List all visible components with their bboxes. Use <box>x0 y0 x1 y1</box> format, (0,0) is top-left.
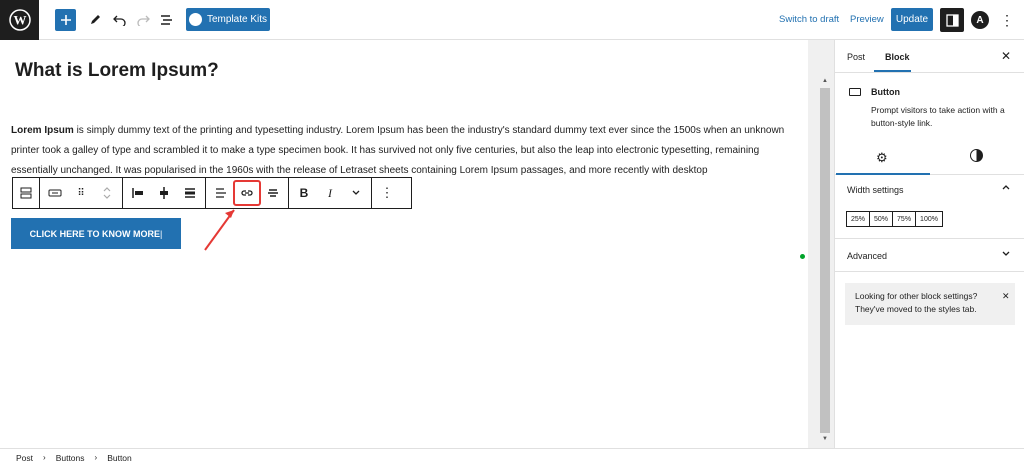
paragraph-text: is simply dummy text of the printing and… <box>11 125 785 176</box>
scroll-up-icon[interactable]: ▲ <box>822 78 828 84</box>
strikethrough-icon[interactable] <box>264 184 282 202</box>
breadcrumb-buttons[interactable]: Buttons <box>56 453 85 463</box>
template-kits-button[interactable]: Template Kits <box>186 8 270 31</box>
update-button[interactable]: Update <box>891 8 933 31</box>
add-block-button[interactable] <box>55 9 76 31</box>
divider <box>835 238 1024 239</box>
preview-link[interactable]: Preview <box>850 14 884 25</box>
move-up-down-icon[interactable] <box>98 184 116 202</box>
align-right-icon[interactable] <box>181 184 199 202</box>
post-paragraph[interactable]: Lorem Ipsum is simply dummy text of the … <box>11 121 806 179</box>
chevron-down-icon[interactable] <box>1001 249 1011 262</box>
toolbar-group-block: ⠿ <box>40 178 123 208</box>
list-view-icon[interactable] <box>159 8 173 32</box>
breadcrumb-post[interactable]: Post <box>16 453 33 463</box>
toolbar-group-align <box>123 178 206 208</box>
chevron-right-icon: › <box>94 453 98 462</box>
template-kits-label: Template Kits <box>206 14 268 25</box>
block-card-description: Prompt visitors to take action with a bu… <box>871 105 1005 128</box>
divider <box>835 271 1024 272</box>
notice-close-icon[interactable]: ✕ <box>1002 290 1010 303</box>
chevron-up-icon[interactable] <box>1001 183 1011 196</box>
advanced-title[interactable]: Advanced <box>847 251 887 261</box>
text-align-icon[interactable] <box>212 184 230 202</box>
align-center-icon[interactable] <box>155 184 173 202</box>
select-parent-icon[interactable] <box>17 184 35 202</box>
width-settings-title[interactable]: Width settings <box>847 185 904 195</box>
sidebar-icon <box>945 13 959 27</box>
block-options-icon[interactable]: ⋮ <box>378 184 396 202</box>
redo-icon[interactable] <box>136 8 150 32</box>
active-subtab-indicator <box>836 173 930 175</box>
status-dot <box>800 254 805 259</box>
breadcrumb: Post › Buttons › Button <box>0 448 1024 466</box>
drag-handle-icon[interactable]: ⠿ <box>72 184 90 202</box>
italic-icon[interactable]: I <box>321 184 339 202</box>
toolbar-group-parent <box>13 178 40 208</box>
button-block-card-icon <box>849 88 861 96</box>
chevron-right-icon: › <box>43 453 46 462</box>
close-icon[interactable]: ✕ <box>1001 49 1011 63</box>
astra-settings-button[interactable]: A <box>971 11 989 29</box>
options-more-icon[interactable]: ⋮ <box>1000 10 1014 30</box>
chevron-down-icon[interactable] <box>347 184 365 202</box>
wordpress-logo-icon[interactable]: W <box>0 0 39 40</box>
block-card-title: Button <box>871 87 900 97</box>
toolbar-group-options: ⋮ <box>372 178 402 208</box>
undo-icon[interactable] <box>112 8 126 32</box>
svg-text:W: W <box>13 13 26 28</box>
cta-button-block[interactable]: CLICK HERE TO KNOW MORE | <box>11 218 181 249</box>
text-cursor: | <box>160 228 163 239</box>
styles-icon[interactable] <box>970 149 983 162</box>
settings-styles-tabs <box>835 143 1024 175</box>
width-100-button[interactable]: 100% <box>915 211 943 227</box>
width-75-button[interactable]: 75% <box>892 211 917 227</box>
link-highlight-box <box>233 180 261 206</box>
breadcrumb-button[interactable]: Button <box>107 453 132 463</box>
pencil-icon[interactable] <box>88 8 102 32</box>
post-heading[interactable]: What is Lorem Ipsum? <box>15 60 219 82</box>
settings-sidebar: Post Block ✕ Button Prompt visitors to t… <box>834 40 1024 448</box>
notice-text: Looking for other block settings? They'v… <box>855 291 978 314</box>
pointer-arrow-icon <box>204 209 235 251</box>
tab-post[interactable]: Post <box>847 52 865 62</box>
align-left-icon[interactable] <box>129 184 147 202</box>
editor-top-bar: W Template Kits Switch to draft Preview … <box>0 0 1024 40</box>
paragraph-bold-text: Lorem Ipsum <box>11 125 74 136</box>
sidebar-tabs: Post Block ✕ <box>835 40 1024 73</box>
tab-block[interactable]: Block <box>885 52 910 62</box>
switch-to-draft-link[interactable]: Switch to draft <box>779 14 839 25</box>
toolbar-group-text: B I <box>289 178 372 208</box>
gear-icon[interactable]: ⚙ <box>876 150 888 166</box>
styles-notice: Looking for other block settings? They'v… <box>845 283 1015 325</box>
bold-icon[interactable]: B <box>295 184 313 202</box>
cta-button-label[interactable]: CLICK HERE TO KNOW MORE <box>30 229 160 239</box>
settings-toggle-button[interactable] <box>940 8 964 32</box>
template-kits-icon <box>188 13 202 26</box>
scroll-down-icon[interactable]: ▼ <box>822 436 828 442</box>
width-button-group: 25% 50% 75% 100% <box>846 211 943 227</box>
active-tab-indicator <box>874 70 911 72</box>
canvas-scrollbar[interactable] <box>820 88 830 433</box>
width-50-button[interactable]: 50% <box>869 211 894 227</box>
width-25-button[interactable]: 25% <box>846 211 871 227</box>
button-block-icon[interactable] <box>46 184 64 202</box>
